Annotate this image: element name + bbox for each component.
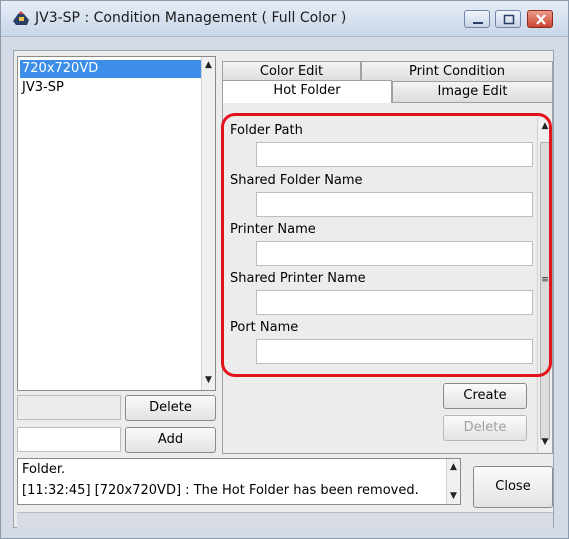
tab-image-edit[interactable]: Image Edit <box>392 81 553 103</box>
scroll-down-icon[interactable]: ▼ <box>447 490 460 502</box>
tab-hot-folder[interactable]: Hot Folder <box>222 80 392 103</box>
close-button[interactable]: Close <box>473 466 553 508</box>
maximize-button[interactable] <box>495 10 521 28</box>
scroll-down-icon[interactable]: ▼ <box>202 374 215 386</box>
log-area[interactable]: Folder. [11:32:45] [720x720VD] : The Hot… <box>17 458 461 505</box>
create-button[interactable]: Create <box>443 383 527 409</box>
minimize-icon <box>473 22 483 24</box>
list-blank-area <box>17 395 121 420</box>
app-icon <box>13 11 29 25</box>
delete-condition-button[interactable]: Delete <box>125 395 216 421</box>
maximize-icon <box>503 14 515 25</box>
scroll-up-icon[interactable]: ▲ <box>447 461 460 473</box>
window-title: JV3-SP : Condition Management ( Full Col… <box>35 10 347 26</box>
close-window-button[interactable] <box>527 10 553 28</box>
scroll-down-icon[interactable]: ▼ <box>538 436 552 448</box>
new-condition-name-input[interactable] <box>17 427 121 452</box>
list-scrollbar[interactable]: ▲ ▼ <box>201 57 215 390</box>
list-item[interactable]: JV3-SP <box>20 79 202 97</box>
minimize-button[interactable] <box>464 10 490 28</box>
log-line: [11:32:45] [720x720VD] : The Hot Folder … <box>22 483 419 498</box>
log-scrollbar[interactable]: ▲ ▼ <box>446 459 460 504</box>
list-item[interactable]: 720x720VD <box>20 60 202 78</box>
condition-list[interactable]: 720x720VD JV3-SP ▲ ▼ <box>17 56 216 391</box>
add-condition-button[interactable]: Add <box>125 427 216 453</box>
close-icon <box>536 14 546 25</box>
scroll-up-icon[interactable]: ▲ <box>202 59 215 71</box>
title-bar[interactable]: JV3-SP : Condition Management ( Full Col… <box>1 1 568 37</box>
log-line: Folder. <box>22 462 66 477</box>
delete-hot-folder-button: Delete <box>443 415 527 441</box>
status-bar <box>17 512 553 528</box>
highlight-frame <box>221 113 552 377</box>
